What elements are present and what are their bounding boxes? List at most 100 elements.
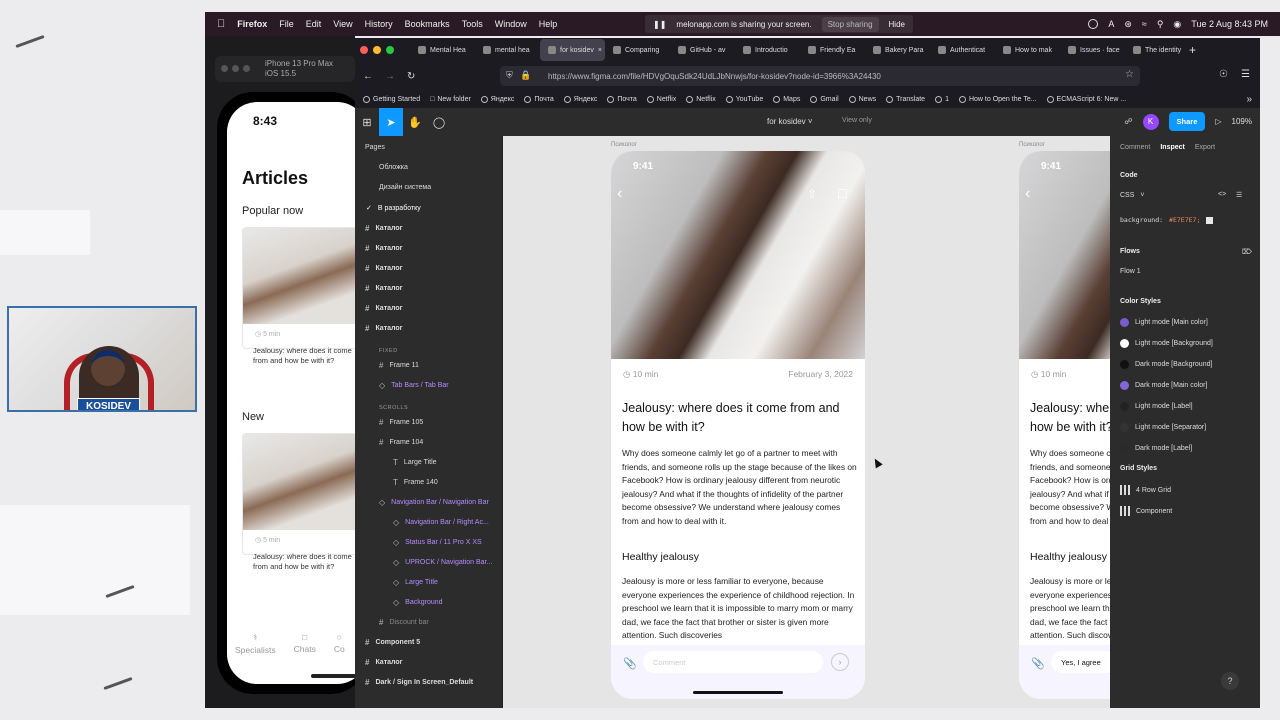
url-bar[interactable]: ⛨ 🔒 https://www.figma.com/file/HDVgOquSd… (500, 66, 1140, 86)
record-icon[interactable] (1088, 19, 1099, 29)
shield-icon[interactable]: ⛨ (506, 70, 513, 81)
bluetooth-icon[interactable]: ⊛ (1124, 19, 1132, 30)
comment-input[interactable]: Comment (643, 651, 823, 673)
layer-item[interactable]: # Каталог (365, 244, 403, 253)
layer-item[interactable]: ◇ UPROCK / Navigation Bar... (393, 558, 492, 567)
menu-tools[interactable]: Tools (462, 19, 483, 29)
forward-icon[interactable]: → (385, 71, 395, 82)
menu-help[interactable]: Help (539, 19, 558, 29)
close-window-button[interactable] (360, 46, 368, 54)
article-frame[interactable]: 9:41 ‹ ⇧ ☐ ◷ 10 min February 3, 2022 Jea… (611, 151, 865, 699)
menu-file[interactable]: File (279, 19, 294, 29)
layer-item[interactable]: # Каталог (365, 284, 403, 293)
page-item-active[interactable]: ✓ В разработку (366, 204, 421, 213)
browser-tab[interactable]: Bakery Para (865, 39, 930, 61)
layer-item[interactable]: # Component 5 (365, 638, 420, 647)
browser-tab[interactable]: Friendly Ea (800, 39, 865, 61)
search-icon[interactable]: ⚲ (1157, 19, 1164, 30)
figma-main-menu-icon[interactable]: ⊞ (355, 108, 379, 136)
layer-item[interactable]: # Каталог (365, 324, 403, 333)
browser-tab[interactable]: GitHub - av (670, 39, 735, 61)
bookmark-item[interactable]: YouTube (725, 95, 763, 103)
send-icon[interactable]: › (831, 653, 849, 671)
page-item[interactable]: Обложка (379, 164, 408, 171)
browser-tab[interactable]: Mental Hea (410, 39, 475, 61)
avatar[interactable]: K (1142, 113, 1159, 130)
menu-bookmarks[interactable]: Bookmarks (405, 19, 450, 29)
tab-inspect[interactable]: Inspect (1160, 144, 1185, 151)
layer-item[interactable]: # Frame 11 (379, 361, 419, 370)
grid-style-item[interactable]: Component (1120, 506, 1172, 516)
back-chevron-icon[interactable]: ‹ (617, 185, 622, 203)
bookmark-icon[interactable]: ☐ (837, 187, 848, 201)
menu-edit[interactable]: Edit (306, 19, 322, 29)
bookmark-item[interactable]: Яндекс (480, 95, 514, 103)
color-style-item[interactable]: Light mode [Separator] (1120, 423, 1206, 432)
paperclip-icon[interactable]: 📎 (623, 657, 637, 670)
menu-app-name[interactable]: Firefox (237, 19, 267, 29)
tab-comment[interactable]: Comment (1120, 144, 1150, 151)
layer-item[interactable]: # Frame 105 (379, 418, 423, 427)
layer-item[interactable]: # Каталог (365, 224, 403, 233)
browser-tab[interactable]: Issues · face (1060, 39, 1125, 61)
language-select[interactable]: CSS ˅ (1120, 192, 1145, 199)
maximize-window-button[interactable] (386, 46, 394, 54)
browser-tab[interactable]: Introductio (735, 39, 800, 61)
tab-chats[interactable]: □ Chats (294, 632, 316, 672)
wifi-icon[interactable]: ≈ (1142, 19, 1147, 29)
bookmark-item[interactable]: Яндекс (563, 95, 597, 103)
page-item[interactable]: Дизайн система (379, 184, 431, 191)
layer-item[interactable]: ◇ Large Title (393, 578, 438, 587)
grid-style-item[interactable]: 4 Row Grid (1120, 485, 1171, 495)
layer-item[interactable]: T Large Title (393, 458, 437, 467)
minimize-dot[interactable] (232, 65, 239, 72)
back-chevron-icon[interactable]: ‹ (1025, 185, 1030, 203)
stop-sharing-button[interactable]: Stop sharing (821, 16, 879, 32)
layer-item[interactable]: T Frame 140 (393, 478, 438, 487)
color-style-item[interactable]: Light mode [Label] (1120, 402, 1193, 411)
close-dot[interactable] (221, 65, 228, 72)
move-tool-icon[interactable]: ➤ (379, 108, 403, 136)
zoom-dot[interactable] (243, 65, 250, 72)
bookmark-item[interactable]: Translate (886, 95, 925, 103)
comment-tool-icon[interactable]: ◯ (427, 108, 451, 136)
tab-specialists[interactable]: ⚕ Specialists (235, 632, 276, 672)
layer-item[interactable]: # Каталог (365, 304, 403, 313)
bookmark-item[interactable]: ECMAScript 6: New ... (1046, 95, 1126, 103)
bookmark-item[interactable]: Maps (773, 95, 800, 103)
tab-export[interactable]: Export (1195, 144, 1215, 151)
color-style-item[interactable]: Light mode [Main color] (1120, 318, 1208, 327)
color-style-item[interactable]: Dark mode [Label] (1120, 444, 1192, 453)
code-view-icon[interactable]: <> (1218, 191, 1226, 198)
bookmark-item[interactable]: Getting Started (363, 95, 420, 103)
share-icon[interactable]: ⇧ (807, 187, 817, 201)
color-style-item[interactable]: Dark mode [Main color] (1120, 381, 1207, 390)
lock-icon[interactable]: 🔒 (520, 70, 531, 81)
layer-item[interactable]: ◇ Status Bar / 11 Pro X XS (393, 538, 482, 547)
bookmark-item[interactable]: Почта (607, 95, 637, 103)
back-icon[interactable]: ← (363, 71, 373, 82)
paperclip-icon[interactable]: 📎 (1031, 657, 1045, 670)
keyboard-icon[interactable]: A (1108, 19, 1114, 29)
control-center-icon[interactable]: ◉ (1173, 19, 1181, 30)
menubar-clock[interactable]: Tue 2 Aug 8:43 PM (1191, 19, 1268, 29)
browser-tab[interactable]: Comparing (605, 39, 670, 61)
menu-view[interactable]: View (333, 19, 352, 29)
headphones-icon[interactable]: ☍ (1124, 117, 1132, 126)
pocket-icon[interactable]: ☉ (1219, 69, 1228, 80)
bookmark-item[interactable]: How to Open the Te... (958, 95, 1037, 103)
minimize-window-button[interactable] (373, 46, 381, 54)
layer-item[interactable]: ◇ Navigation Bar / Navigation Bar (379, 498, 489, 507)
file-name[interactable]: for kosidev ˅ (767, 117, 813, 126)
tab-other[interactable]: ○ Co (334, 632, 345, 672)
bookmark-item[interactable]: News (848, 95, 876, 103)
list-view-icon[interactable]: ☰ (1236, 191, 1242, 199)
flows-expand-icon[interactable]: ⌦ (1242, 248, 1252, 256)
layer-item[interactable]: # Каталог (365, 658, 403, 667)
more-bookmarks-icon[interactable]: » (1246, 94, 1252, 105)
hand-tool-icon[interactable]: ✋ (403, 108, 427, 136)
url-text[interactable]: https://www.figma.com/file/HDVgOquSdk24U… (548, 72, 881, 81)
layer-item[interactable]: # Dark / Sign In Screen_Default (365, 678, 473, 687)
reload-icon[interactable]: ↻ (407, 71, 415, 82)
color-style-item[interactable]: Dark mode [Background] (1120, 360, 1212, 369)
